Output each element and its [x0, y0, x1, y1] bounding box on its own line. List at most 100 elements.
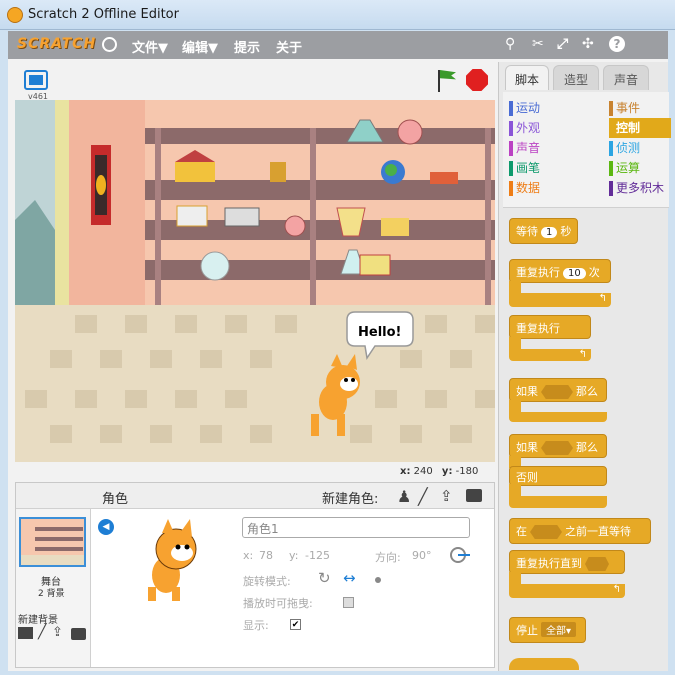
block-wait-label: 等待	[516, 225, 538, 238]
block-wait-until[interactable]: 在 之前一直等待	[509, 518, 651, 544]
direction-value: 90°	[412, 549, 432, 562]
category-column-right: 事件 控制 侦测 运算 更多积木	[609, 98, 671, 198]
block-if-label: 如果	[516, 385, 538, 398]
sprite-y: -125	[305, 549, 330, 562]
sprite-y-label: y:	[289, 549, 299, 562]
window-titlebar: Scratch 2 Offline Editor	[0, 0, 675, 30]
category-sensing-label: 侦测	[616, 141, 641, 155]
coords-y: -180	[455, 466, 479, 477]
sprite-panel: 角色 新建角色: ♟ ╱ ⇪ 舞台 2 背景 新建背景 ╱ ⇪ ◀ 角色1 x:…	[15, 482, 495, 668]
category-events[interactable]: 事件	[609, 98, 671, 118]
block-then-label: 那么	[576, 385, 598, 398]
block-repeat-unit: 次	[588, 266, 600, 279]
block-else-label: 否则	[516, 471, 538, 484]
backdrop-paint-icon[interactable]: ╱	[38, 624, 46, 640]
block-forever[interactable]: 重复执行 ↰	[509, 315, 591, 363]
stage-thumbnail[interactable]	[19, 517, 86, 567]
show-label: 显示:	[243, 619, 269, 632]
category-column-left: 运动 外观 声音 画笔 数据	[509, 98, 540, 198]
block-if-else[interactable]: 如果 那么 否则	[509, 434, 607, 510]
block-wait-input[interactable]: 1	[541, 227, 558, 238]
left-right-icon[interactable]: ↔	[343, 569, 356, 587]
grow-icon[interactable]: ⤢	[557, 36, 568, 52]
stage-backdrop	[15, 100, 495, 462]
category-motion[interactable]: 运动	[509, 98, 540, 118]
shrink-icon[interactable]: ✣	[582, 36, 594, 52]
upload-sprite-icon[interactable]: ⇪	[440, 487, 453, 505]
sprite-library-icon[interactable]: ♟	[397, 487, 411, 506]
menu-about[interactable]: 关于	[276, 37, 302, 56]
category-looks-label: 外观	[516, 121, 541, 135]
category-looks[interactable]: 外观	[509, 118, 540, 138]
block-then2-label: 那么	[576, 441, 598, 454]
blocks-palette: 脚本 造型 声音 运动 外观 声音 画笔 数据 事件 控制 侦测 运算 更多积木…	[498, 62, 671, 671]
fullscreen-icon[interactable]	[24, 70, 48, 90]
scratch-logo[interactable]: SCRATCH	[17, 36, 96, 52]
duplicate-stamp-icon[interactable]: ⚲	[505, 36, 515, 52]
rotation-style-label: 旋转模式:	[243, 575, 291, 588]
paint-brush-icon[interactable]: ╱	[418, 487, 428, 506]
block-repeat-label: 重复执行	[516, 266, 560, 279]
block-if-then[interactable]: 如果 那么	[509, 378, 607, 424]
block-wait-until-pre: 在	[516, 525, 527, 538]
block-stop-label: 停止	[516, 624, 538, 637]
category-more-blocks[interactable]: 更多积木	[609, 178, 671, 198]
tab-scripts[interactable]: 脚本	[505, 65, 549, 90]
coords-x: 240	[413, 466, 433, 477]
stage-canvas[interactable]: Hello!	[15, 100, 495, 462]
menu-tips[interactable]: 提示	[234, 37, 260, 56]
coords-y-label: y:	[441, 466, 453, 477]
block-wait[interactable]: 等待 1 秒	[509, 218, 579, 244]
stop-sign-icon[interactable]	[466, 69, 488, 91]
category-more-blocks-label: 更多积木	[616, 181, 665, 195]
category-data[interactable]: 数据	[509, 178, 540, 198]
block-repeat[interactable]: 重复执行 10 次 ↰	[509, 259, 611, 309]
menu-file[interactable]: 文件▼	[132, 37, 168, 56]
dont-rotate-icon[interactable]	[375, 577, 381, 583]
rotate-all-around-icon[interactable]: ↻	[318, 569, 331, 587]
block-next-hat[interactable]	[509, 658, 579, 670]
camera-icon[interactable]	[466, 489, 482, 502]
mouse-coords: x: 240 y: -180	[400, 466, 478, 477]
window-title: Scratch 2 Offline Editor	[28, 7, 179, 22]
tab-sounds[interactable]: 声音	[603, 65, 649, 90]
block-if2-label: 如果	[516, 441, 538, 454]
draggable-checkbox[interactable]	[343, 597, 354, 608]
speech-bubble: Hello!	[358, 325, 402, 340]
block-wait-until-post: 之前一直等待	[565, 525, 631, 538]
category-events-label: 事件	[616, 101, 641, 115]
help-icon[interactable]: ?	[609, 36, 625, 52]
backdrop-library-icon[interactable]	[18, 627, 33, 639]
menu-edit[interactable]: 编辑▼	[182, 37, 218, 56]
green-flag-icon[interactable]	[438, 70, 456, 92]
category-motion-label: 运动	[516, 101, 541, 115]
sprite-x-label: x:	[243, 549, 254, 562]
category-control[interactable]: 控制	[609, 118, 671, 138]
back-arrow-icon[interactable]: ◀	[98, 519, 114, 535]
backdrop-upload-icon[interactable]: ⇪	[52, 625, 63, 640]
show-checkbox[interactable]: ✔	[290, 619, 301, 630]
cut-icon[interactable]: ✂	[532, 36, 544, 52]
block-stop-dropdown[interactable]: 全部▾	[541, 622, 577, 637]
block-repeat-until[interactable]: 重复执行直到 ↰	[509, 550, 625, 600]
block-repeat-until-label: 重复执行直到	[516, 557, 582, 570]
sprite-name-input[interactable]: 角色1	[242, 517, 470, 538]
sprites-title: 角色	[102, 492, 129, 507]
backdrop-camera-icon[interactable]	[71, 628, 86, 640]
menubar: SCRATCH 文件▼ 编辑▼ 提示 关于 ⚲ ✂ ⤢ ✣ ?	[8, 31, 668, 59]
sprite-panel-header: 角色 新建角色: ♟ ╱ ⇪	[16, 483, 494, 509]
category-pen-label: 画笔	[516, 161, 541, 175]
tab-costumes[interactable]: 造型	[553, 65, 599, 90]
block-repeat-input[interactable]: 10	[563, 268, 586, 279]
app-icon	[7, 7, 23, 23]
block-stop[interactable]: 停止 全部▾	[509, 617, 587, 643]
category-operators[interactable]: 运算	[609, 158, 671, 178]
direction-dial-icon[interactable]	[450, 547, 470, 563]
category-sound[interactable]: 声音	[509, 138, 540, 158]
category-pen[interactable]: 画笔	[509, 158, 540, 178]
category-control-label: 控制	[616, 121, 641, 135]
category-sensing[interactable]: 侦测	[609, 138, 671, 158]
block-wait-unit: 秒	[560, 225, 572, 238]
sprite-thumbnail	[148, 519, 197, 601]
globe-icon[interactable]	[102, 37, 117, 52]
